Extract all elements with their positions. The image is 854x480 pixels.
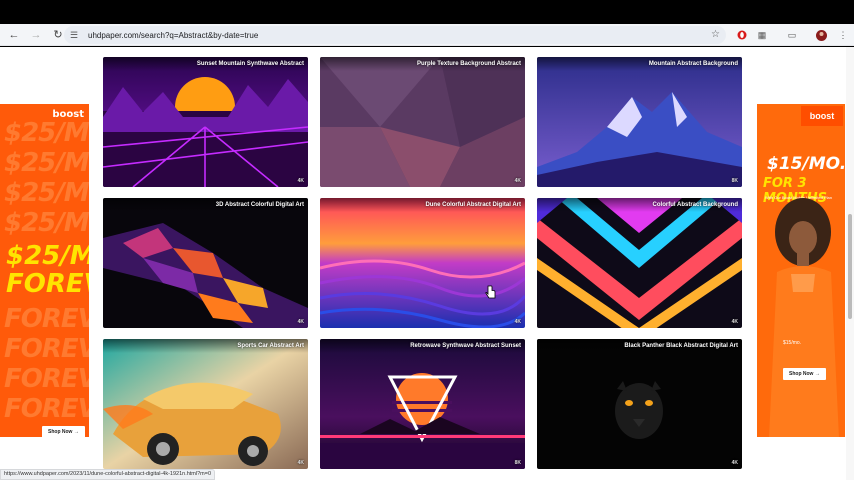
right-ad-banner[interactable]: boost $15/MO. FOR 3 MONTHS With Our Boos… xyxy=(757,104,845,437)
wallpaper-title[interactable]: Sunset Mountain Synthwave Abstract xyxy=(197,61,304,67)
ad-price: $15/MO. xyxy=(767,154,845,174)
resolution-badge: 4K xyxy=(297,460,304,466)
ad-ghost-text: FOREVER xyxy=(4,394,89,424)
address-bar[interactable]: ☰ uhdpaper.com/search?q=Abstract&by-date… xyxy=(64,26,726,44)
resolution-badge: 4K xyxy=(514,178,521,184)
media-icon[interactable]: ▭ xyxy=(785,28,799,42)
wallpaper-card[interactable]: Colorful Abstract Background 4K xyxy=(537,198,742,328)
wallpaper-card[interactable]: Mountain Abstract Background 8K xyxy=(537,57,742,187)
url-text: uhdpaper.com/search?q=Abstract&by-date=t… xyxy=(88,30,259,40)
mouse-cursor-icon xyxy=(485,285,496,299)
ad-ghost-text: $25/MO. xyxy=(4,208,89,238)
ad-headline-price: $25/MO. xyxy=(6,241,89,271)
wallpaper-title[interactable]: 3D Abstract Colorful Digital Art xyxy=(216,202,304,208)
menu-kebab-icon[interactable]: ⋮ xyxy=(836,28,850,42)
resolution-badge: 4K xyxy=(731,319,738,325)
wallpaper-thumbnail xyxy=(320,198,525,328)
ad-ghost-text: FOREVER xyxy=(4,304,89,334)
wallpaper-title[interactable]: Retrowave Synthwave Abstract Sunset xyxy=(410,343,521,349)
wallpaper-thumbnail xyxy=(103,339,308,469)
ad-shop-now-button[interactable]: Shop Now → xyxy=(42,426,85,437)
browser-window: ← → ↻ ☰ uhdpaper.com/search?q=Abstract&b… xyxy=(0,0,854,480)
browser-toolbar: ← → ↻ ☰ uhdpaper.com/search?q=Abstract&b… xyxy=(0,24,854,46)
resolution-badge: 4K xyxy=(514,319,521,325)
wallpaper-card[interactable]: Dune Colorful Abstract Digital Art 4K xyxy=(320,198,525,328)
window-top-bar xyxy=(0,0,854,24)
forward-icon[interactable]: → xyxy=(26,25,46,45)
wallpaper-title[interactable]: Colorful Abstract Background xyxy=(653,202,738,208)
ad-ghost-text: FOREVER xyxy=(4,334,89,364)
ad-headline-forever: FOREVER xyxy=(6,269,89,299)
ad-ghost-text: $25/MO. xyxy=(4,118,89,148)
resolution-badge: 8K xyxy=(731,178,738,184)
site-settings-icon[interactable]: ☰ xyxy=(70,30,84,41)
wallpaper-thumbnail xyxy=(537,198,742,328)
wallpaper-title[interactable]: Purple Texture Background Abstract xyxy=(417,61,521,67)
wallpaper-card[interactable]: Black Panther Black Abstract Digital Art… xyxy=(537,339,742,469)
left-ad-banner[interactable]: boost $25/MO. $25/MO. $25/MO. $25/MO. $2… xyxy=(0,104,89,437)
wallpaper-title[interactable]: Mountain Abstract Background xyxy=(649,61,738,67)
wallpaper-card[interactable]: Sports Car Abstract Art 4K xyxy=(103,339,308,469)
ad-detail: $15/mo. xyxy=(783,340,802,346)
ad-ghost-text: $25/MO. xyxy=(4,148,89,178)
page-scrollbar[interactable] xyxy=(846,47,854,480)
ad-headline: $25/MO. FOREVER xyxy=(6,242,89,298)
wallpaper-title[interactable]: Sports Car Abstract Art xyxy=(237,343,304,349)
ad-shop-now-button[interactable]: Shop Now → xyxy=(783,368,826,380)
wallpaper-thumbnail xyxy=(320,57,525,187)
back-icon[interactable]: ← xyxy=(4,25,24,45)
resolution-badge: 4K xyxy=(297,178,304,184)
wallpaper-title[interactable]: Dune Colorful Abstract Digital Art xyxy=(425,202,521,208)
scrollbar-thumb[interactable] xyxy=(848,214,852,319)
bookmark-star-icon[interactable]: ☆ xyxy=(711,29,720,40)
opera-extension-icon[interactable] xyxy=(735,28,749,42)
status-bar-url: https://www.uhdpaper.com/2023/11/dune-co… xyxy=(0,469,216,480)
ad-model-image xyxy=(769,198,839,437)
resolution-badge: 4K xyxy=(731,460,738,466)
resolution-badge: 4K xyxy=(297,319,304,325)
wallpaper-card[interactable]: Purple Texture Background Abstract 4K xyxy=(320,57,525,187)
page-content: boost $25/MO. $25/MO. $25/MO. $25/MO. $2… xyxy=(0,47,854,480)
extensions-puzzle-icon[interactable]: ▦ xyxy=(755,28,769,42)
ad-ghost-text: $25/MO. xyxy=(4,178,89,208)
wallpaper-thumbnail xyxy=(537,339,742,469)
profile-avatar[interactable] xyxy=(814,28,828,42)
wallpaper-thumbnail xyxy=(320,339,525,469)
wallpaper-card[interactable]: 3D Abstract Colorful Digital Art 4K xyxy=(103,198,308,328)
wallpaper-thumbnail xyxy=(103,198,308,328)
wallpaper-card[interactable]: Retrowave Synthwave Abstract Sunset 8K xyxy=(320,339,525,469)
wallpaper-title[interactable]: Black Panther Black Abstract Digital Art xyxy=(624,343,738,349)
wallpaper-card[interactable]: Sunset Mountain Synthwave Abstract 4K xyxy=(103,57,308,187)
wallpaper-thumbnail xyxy=(537,57,742,187)
wallpaper-thumbnail xyxy=(103,57,308,187)
boost-logo: boost xyxy=(801,106,843,126)
ad-ghost-text: FOREVER xyxy=(4,364,89,394)
resolution-badge: 8K xyxy=(514,460,521,466)
